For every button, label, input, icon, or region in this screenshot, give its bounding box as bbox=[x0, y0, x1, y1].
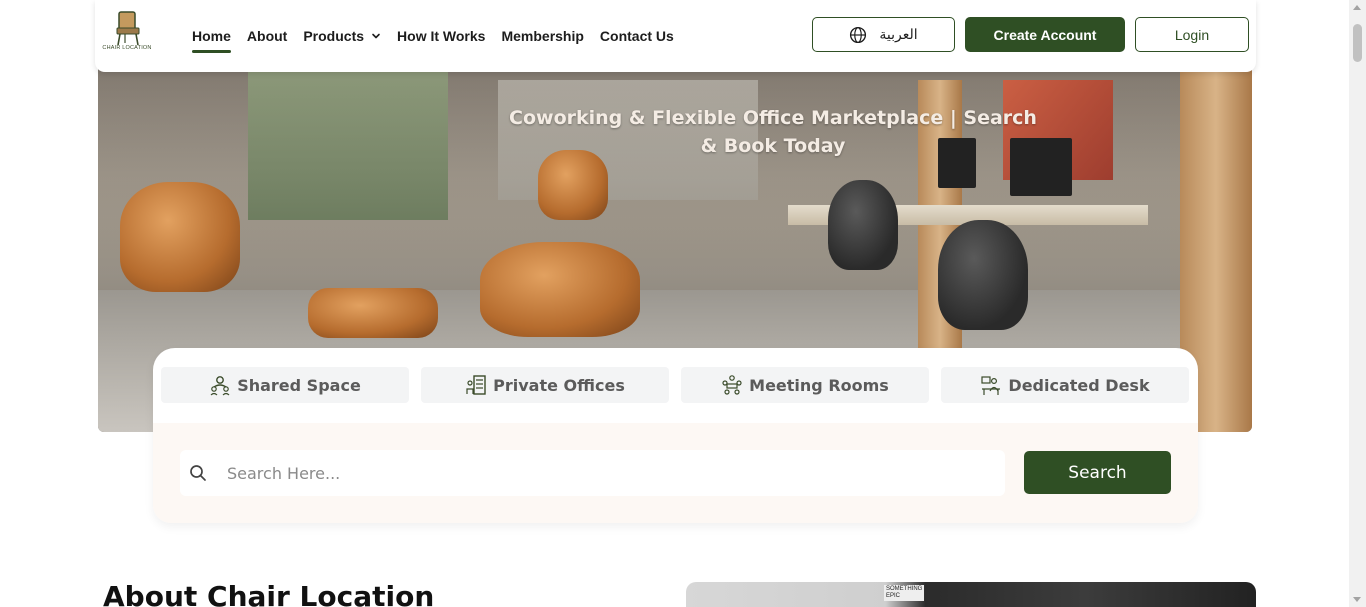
nav-about[interactable]: About bbox=[247, 28, 287, 44]
hero-window bbox=[248, 70, 448, 220]
chair-logo-icon bbox=[116, 11, 140, 46]
search-card: Shared Space Private Offices Meeting Roo… bbox=[153, 348, 1198, 523]
space-type-tabs: Shared Space Private Offices Meeting Roo… bbox=[161, 367, 1189, 403]
nav-label: Home bbox=[192, 28, 231, 44]
nav-how-it-works[interactable]: How It Works bbox=[397, 28, 485, 44]
search-button[interactable]: Search bbox=[1024, 451, 1171, 494]
nav-label: How It Works bbox=[397, 28, 486, 44]
about-section-title: About Chair Location bbox=[103, 580, 435, 607]
search-input[interactable] bbox=[227, 463, 987, 483]
hero-title: Coworking & Flexible Office Marketplace … bbox=[509, 107, 1037, 157]
search-icon bbox=[190, 465, 206, 481]
globe-icon bbox=[850, 26, 867, 43]
about-image-sign: SOMETHING EPIC bbox=[884, 585, 924, 601]
tab-dedicated-desk[interactable]: Dedicated Desk bbox=[941, 367, 1189, 403]
tab-label: Shared Space bbox=[237, 375, 361, 395]
tab-private-offices[interactable]: Private Offices bbox=[421, 367, 669, 403]
nav-products[interactable]: Products bbox=[303, 28, 381, 44]
nav-label: Products bbox=[303, 28, 365, 44]
search-area: Search bbox=[153, 423, 1198, 523]
language-label: العربية bbox=[879, 26, 918, 42]
login-button[interactable]: Login bbox=[1135, 17, 1249, 52]
scroll-up-icon[interactable] bbox=[1353, 5, 1361, 10]
language-switch-button[interactable]: العربية bbox=[812, 17, 955, 52]
site-header: CHAIR LOCATION Home About Products How I… bbox=[95, 0, 1256, 72]
about-image: SOMETHING EPIC bbox=[686, 582, 1256, 607]
dedicated-desk-icon bbox=[981, 376, 1001, 395]
nav-label: About bbox=[246, 28, 288, 44]
tab-meeting-rooms[interactable]: Meeting Rooms bbox=[681, 367, 929, 403]
brand-logo[interactable]: CHAIR LOCATION bbox=[101, 8, 153, 58]
hero-office-chair bbox=[828, 180, 898, 270]
scroll-thumb[interactable] bbox=[1353, 24, 1362, 62]
create-account-button[interactable]: Create Account bbox=[965, 17, 1125, 52]
nav-home[interactable]: Home bbox=[192, 28, 231, 53]
hero-lounge-chair bbox=[120, 182, 240, 292]
search-box bbox=[180, 450, 1005, 496]
hero-lounge-chair bbox=[538, 150, 608, 220]
nav-membership[interactable]: Membership bbox=[501, 28, 583, 44]
private-offices-icon bbox=[466, 375, 486, 395]
shared-space-icon bbox=[210, 376, 230, 396]
logo-text: CHAIR LOCATION bbox=[102, 45, 152, 51]
hero-office-chair bbox=[938, 220, 1028, 330]
scroll-down-icon[interactable] bbox=[1353, 597, 1361, 602]
hero-lounge-chair bbox=[480, 242, 640, 337]
tab-shared-space[interactable]: Shared Space bbox=[161, 367, 409, 403]
hero-ottoman bbox=[308, 288, 438, 338]
nav-contact-us[interactable]: Contact Us bbox=[600, 28, 674, 44]
page-scrollbar[interactable] bbox=[1349, 0, 1366, 607]
chevron-down-icon bbox=[372, 33, 380, 39]
tab-label: Meeting Rooms bbox=[749, 375, 889, 395]
tab-label: Private Offices bbox=[493, 375, 625, 395]
meeting-rooms-icon bbox=[722, 375, 742, 395]
tab-label: Dedicated Desk bbox=[1008, 375, 1150, 395]
main-nav: Home About Products How It Works Members… bbox=[192, 0, 690, 72]
nav-label: Contact Us bbox=[599, 28, 674, 44]
nav-label: Membership bbox=[501, 28, 584, 44]
